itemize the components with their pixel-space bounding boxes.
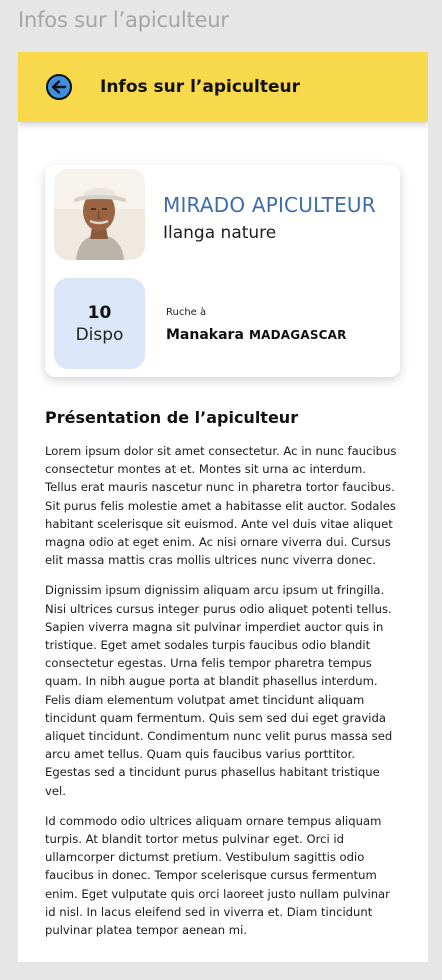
hive-location-label: Ruche à xyxy=(166,307,207,318)
beekeeper-company: Ilanga nature xyxy=(163,223,277,243)
beekeeper-name: MIRADO APICULTEUR xyxy=(163,193,376,217)
hive-country: MADAGASCAR xyxy=(249,328,347,342)
paragraph: Lorem ipsum dolor sit amet consectetur. … xyxy=(45,444,397,568)
beekeeper-photo xyxy=(54,169,145,260)
presentation-text: Lorem ipsum dolor sit amet consectetur. … xyxy=(45,442,401,951)
arrow-left-circle-icon xyxy=(46,74,72,100)
screen-title: Infos sur l’apiculteur xyxy=(18,8,229,32)
hive-location: Manakara MADAGASCAR xyxy=(166,324,347,343)
app-bar: Infos sur l’apiculteur xyxy=(18,52,428,122)
hive-city: Manakara xyxy=(166,327,244,343)
presentation-title: Présentation de l’apiculteur xyxy=(45,408,299,427)
beekeeper-card: MIRADO APICULTEUR Ilanga nature 10 Dispo… xyxy=(45,165,400,377)
paragraph: Id commodo odio ultrices aliquam ornare … xyxy=(45,813,390,938)
availability-label: Dispo xyxy=(75,324,124,345)
app-bar-title: Infos sur l’apiculteur xyxy=(100,77,300,97)
back-button[interactable] xyxy=(44,72,74,102)
app-screen: Infos sur l’apiculteur MIRADO APICULTEUR… xyxy=(18,52,428,962)
paragraph: Dignissim ipsum dignissim aliquam arcu i… xyxy=(45,583,393,798)
availability-badge: 10 Dispo xyxy=(54,278,145,369)
avatar xyxy=(54,169,145,260)
availability-count: 10 xyxy=(87,302,112,323)
